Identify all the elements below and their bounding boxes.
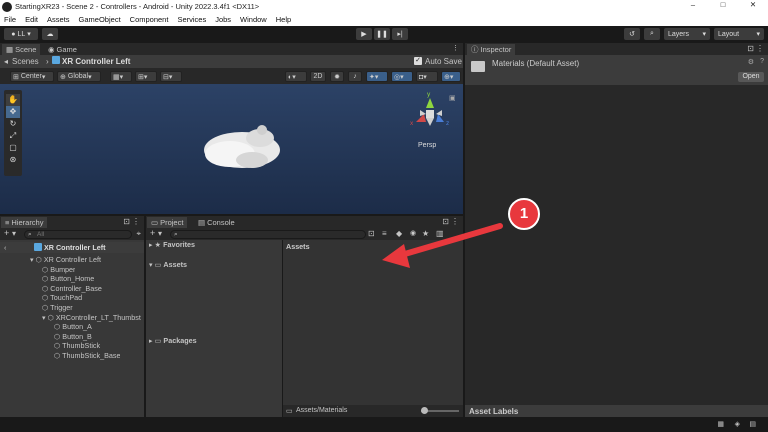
annotation-badge: 1 (508, 198, 540, 230)
annotation-arrow (382, 223, 503, 268)
